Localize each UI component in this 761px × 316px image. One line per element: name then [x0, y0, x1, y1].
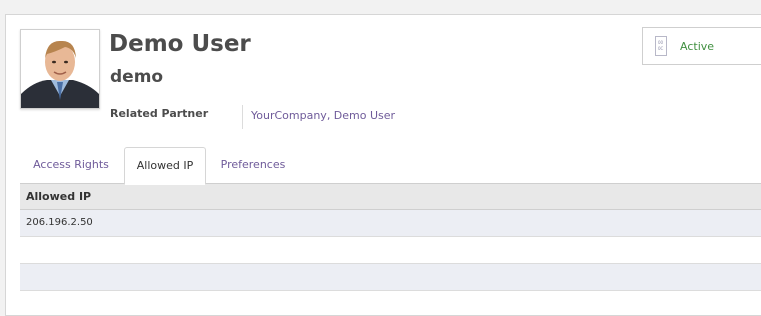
- user-photo: [21, 30, 99, 108]
- table-row[interactable]: [20, 264, 761, 291]
- user-name-title: Demo User: [109, 31, 251, 57]
- active-toggle-button[interactable]: 00 0C Active: [642, 27, 761, 65]
- svg-text:00: 00: [658, 40, 664, 45]
- field-divider: [242, 105, 243, 129]
- related-partner-link[interactable]: YourCompany, Demo User: [251, 109, 395, 122]
- archive-toggle-icon: 00 0C: [655, 36, 667, 56]
- related-partner-label: Related Partner: [110, 107, 209, 120]
- form-sheet: Demo User demo Related Partner YourCompa…: [5, 14, 761, 316]
- tab-preferences[interactable]: Preferences: [208, 147, 298, 183]
- table-row[interactable]: [20, 237, 761, 264]
- tab-allowed-ip[interactable]: Allowed IP: [124, 147, 206, 185]
- status-label: Active: [680, 40, 715, 53]
- svg-text:0C: 0C: [658, 46, 664, 51]
- column-header-allowed-ip[interactable]: Allowed IP: [20, 184, 761, 210]
- table-row[interactable]: 206.196.2.50: [20, 210, 761, 237]
- allowed-ip-table: Allowed IP 206.196.2.50: [20, 183, 761, 291]
- notebook-tabs: Access Rights Allowed IP Preferences: [20, 147, 761, 185]
- user-avatar[interactable]: [20, 29, 100, 109]
- user-login-title: demo: [110, 67, 164, 87]
- tab-access-rights[interactable]: Access Rights: [20, 147, 122, 183]
